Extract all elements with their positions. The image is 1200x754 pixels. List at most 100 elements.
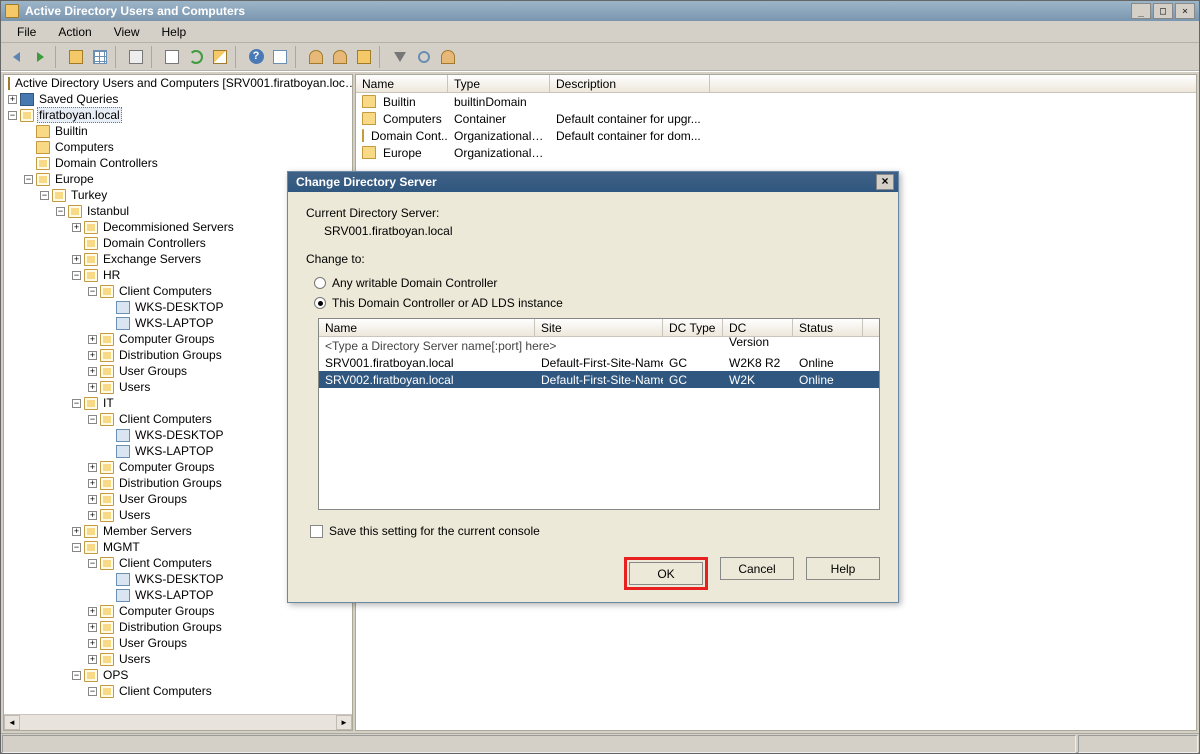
up-button[interactable] xyxy=(65,46,87,68)
tree-mgmt-usergroups[interactable]: +User Groups xyxy=(4,635,352,651)
dc-col-status[interactable]: Status xyxy=(793,319,863,336)
dialog-close-button[interactable]: × xyxy=(876,174,894,190)
expander-icon[interactable]: + xyxy=(72,223,81,232)
maximize-button[interactable]: □ xyxy=(1153,3,1173,19)
dc-type-here-row[interactable]: <Type a Directory Server name[:port] her… xyxy=(319,337,879,354)
export-button[interactable] xyxy=(209,46,231,68)
expander-icon[interactable]: − xyxy=(72,543,81,552)
menubar: File Action View Help xyxy=(1,21,1199,43)
expander-icon[interactable]: − xyxy=(56,207,65,216)
expander-icon[interactable]: + xyxy=(88,607,97,616)
cancel-button[interactable]: Cancel xyxy=(720,557,794,580)
help-button[interactable]: Help xyxy=(806,557,880,580)
expander-icon[interactable]: − xyxy=(88,415,97,424)
expander-icon[interactable]: + xyxy=(88,655,97,664)
expander-icon[interactable]: − xyxy=(88,287,97,296)
calendar-button[interactable] xyxy=(269,46,291,68)
scroll-right-button[interactable]: ► xyxy=(336,715,352,730)
scroll-left-button[interactable]: ◄ xyxy=(4,715,20,730)
dc-col-site[interactable]: Site xyxy=(535,319,663,336)
expander-icon[interactable]: + xyxy=(88,335,97,344)
new-user-button[interactable] xyxy=(305,46,327,68)
new-group-button[interactable] xyxy=(329,46,351,68)
expander-icon[interactable]: + xyxy=(8,95,17,104)
expander-icon[interactable]: − xyxy=(40,191,49,200)
expander-icon[interactable]: + xyxy=(88,367,97,376)
cut-button[interactable] xyxy=(125,46,147,68)
expander-icon[interactable]: + xyxy=(88,351,97,360)
new-ou-button[interactable] xyxy=(353,46,375,68)
ok-button[interactable]: OK xyxy=(629,562,703,585)
col-type[interactable]: Type xyxy=(448,75,550,92)
tree-ops[interactable]: −OPS xyxy=(4,667,352,683)
refresh-button[interactable] xyxy=(185,46,207,68)
col-name[interactable]: Name xyxy=(356,75,448,92)
radio-this-dc[interactable]: This Domain Controller or AD LDS instanc… xyxy=(314,296,880,310)
dc-row[interactable]: SRV001.firatboyan.localDefault-First-Sit… xyxy=(319,354,879,371)
tree-ops-clients[interactable]: −Client Computers xyxy=(4,683,352,699)
tree-mgmt-distgroups[interactable]: +Distribution Groups xyxy=(4,619,352,635)
tree-mgmt-compgroups[interactable]: +Computer Groups xyxy=(4,603,352,619)
expander-icon[interactable]: + xyxy=(88,639,97,648)
col-description[interactable]: Description xyxy=(550,75,710,92)
menu-help[interactable]: Help xyxy=(152,23,197,41)
dc-col-name[interactable]: Name xyxy=(319,319,535,336)
scroll-track[interactable] xyxy=(20,715,336,730)
menu-view[interactable]: View xyxy=(104,23,150,41)
close-button[interactable]: × xyxy=(1175,3,1195,19)
tree-builtin[interactable]: Builtin xyxy=(4,123,352,139)
expander-icon[interactable]: − xyxy=(88,559,97,568)
expander-icon[interactable]: + xyxy=(72,255,81,264)
expander-icon[interactable]: + xyxy=(88,495,97,504)
tree-label: Domain Controllers xyxy=(53,156,160,170)
dc-list[interactable]: Name Site DC Type DC Version Status <Typ… xyxy=(318,318,880,510)
tree-hscrollbar[interactable]: ◄ ► xyxy=(4,714,352,730)
tree-mgmt-users[interactable]: +Users xyxy=(4,651,352,667)
ok-highlight: OK xyxy=(624,557,708,590)
tree-root[interactable]: Active Directory Users and Computers [SR… xyxy=(4,75,352,91)
filter-button[interactable] xyxy=(389,46,411,68)
filter-icon xyxy=(394,52,406,62)
minimize-button[interactable]: _ xyxy=(1131,3,1151,19)
detail-view-button[interactable] xyxy=(89,46,111,68)
expander-icon[interactable]: + xyxy=(88,511,97,520)
properties-button[interactable] xyxy=(161,46,183,68)
tree-label: Client Computers xyxy=(117,556,214,570)
expander-icon[interactable]: + xyxy=(88,463,97,472)
forward-button[interactable] xyxy=(29,46,51,68)
list-row[interactable]: Domain Cont...Organizational ...Default … xyxy=(356,127,1196,144)
help-button[interactable]: ? xyxy=(245,46,267,68)
expander-icon[interactable]: − xyxy=(72,399,81,408)
tree-label: Istanbul xyxy=(85,204,131,218)
expander-icon[interactable]: − xyxy=(88,687,97,696)
expander-icon[interactable]: + xyxy=(88,479,97,488)
tree-computers[interactable]: Computers xyxy=(4,139,352,155)
ou-icon xyxy=(100,333,114,346)
radio-any-writable[interactable]: Any writable Domain Controller xyxy=(314,276,880,290)
expander-icon[interactable]: − xyxy=(24,175,33,184)
back-button[interactable] xyxy=(5,46,27,68)
tree-saved-queries[interactable]: +Saved Queries xyxy=(4,91,352,107)
list-row[interactable]: ComputersContainerDefault container for … xyxy=(356,110,1196,127)
dc-row[interactable]: SRV002.firatboyan.localDefault-First-Sit… xyxy=(319,371,879,388)
expander-icon[interactable]: − xyxy=(72,671,81,680)
expander-icon[interactable]: + xyxy=(88,623,97,632)
ou-icon xyxy=(100,621,114,634)
list-row[interactable]: EuropeOrganizational ... xyxy=(356,144,1196,161)
dc-col-dcversion[interactable]: DC Version xyxy=(723,319,793,336)
menu-action[interactable]: Action xyxy=(48,23,101,41)
add-criteria-button[interactable] xyxy=(437,46,459,68)
tree-domain-controllers[interactable]: Domain Controllers xyxy=(4,155,352,171)
tree-label: Active Directory Users and Computers [SR… xyxy=(13,76,352,90)
change-to-label: Change to: xyxy=(306,252,880,266)
dc-col-dctype[interactable]: DC Type xyxy=(663,319,723,336)
expander-icon[interactable]: − xyxy=(8,111,17,120)
save-setting-checkbox[interactable]: Save this setting for the current consol… xyxy=(310,524,880,538)
expander-icon[interactable]: + xyxy=(88,383,97,392)
find-button[interactable] xyxy=(413,46,435,68)
expander-icon[interactable]: − xyxy=(72,271,81,280)
expander-icon[interactable]: + xyxy=(72,527,81,536)
menu-file[interactable]: File xyxy=(7,23,46,41)
tree-domain[interactable]: −firatboyan.local xyxy=(4,107,352,123)
list-row[interactable]: BuiltinbuiltinDomain xyxy=(356,93,1196,110)
